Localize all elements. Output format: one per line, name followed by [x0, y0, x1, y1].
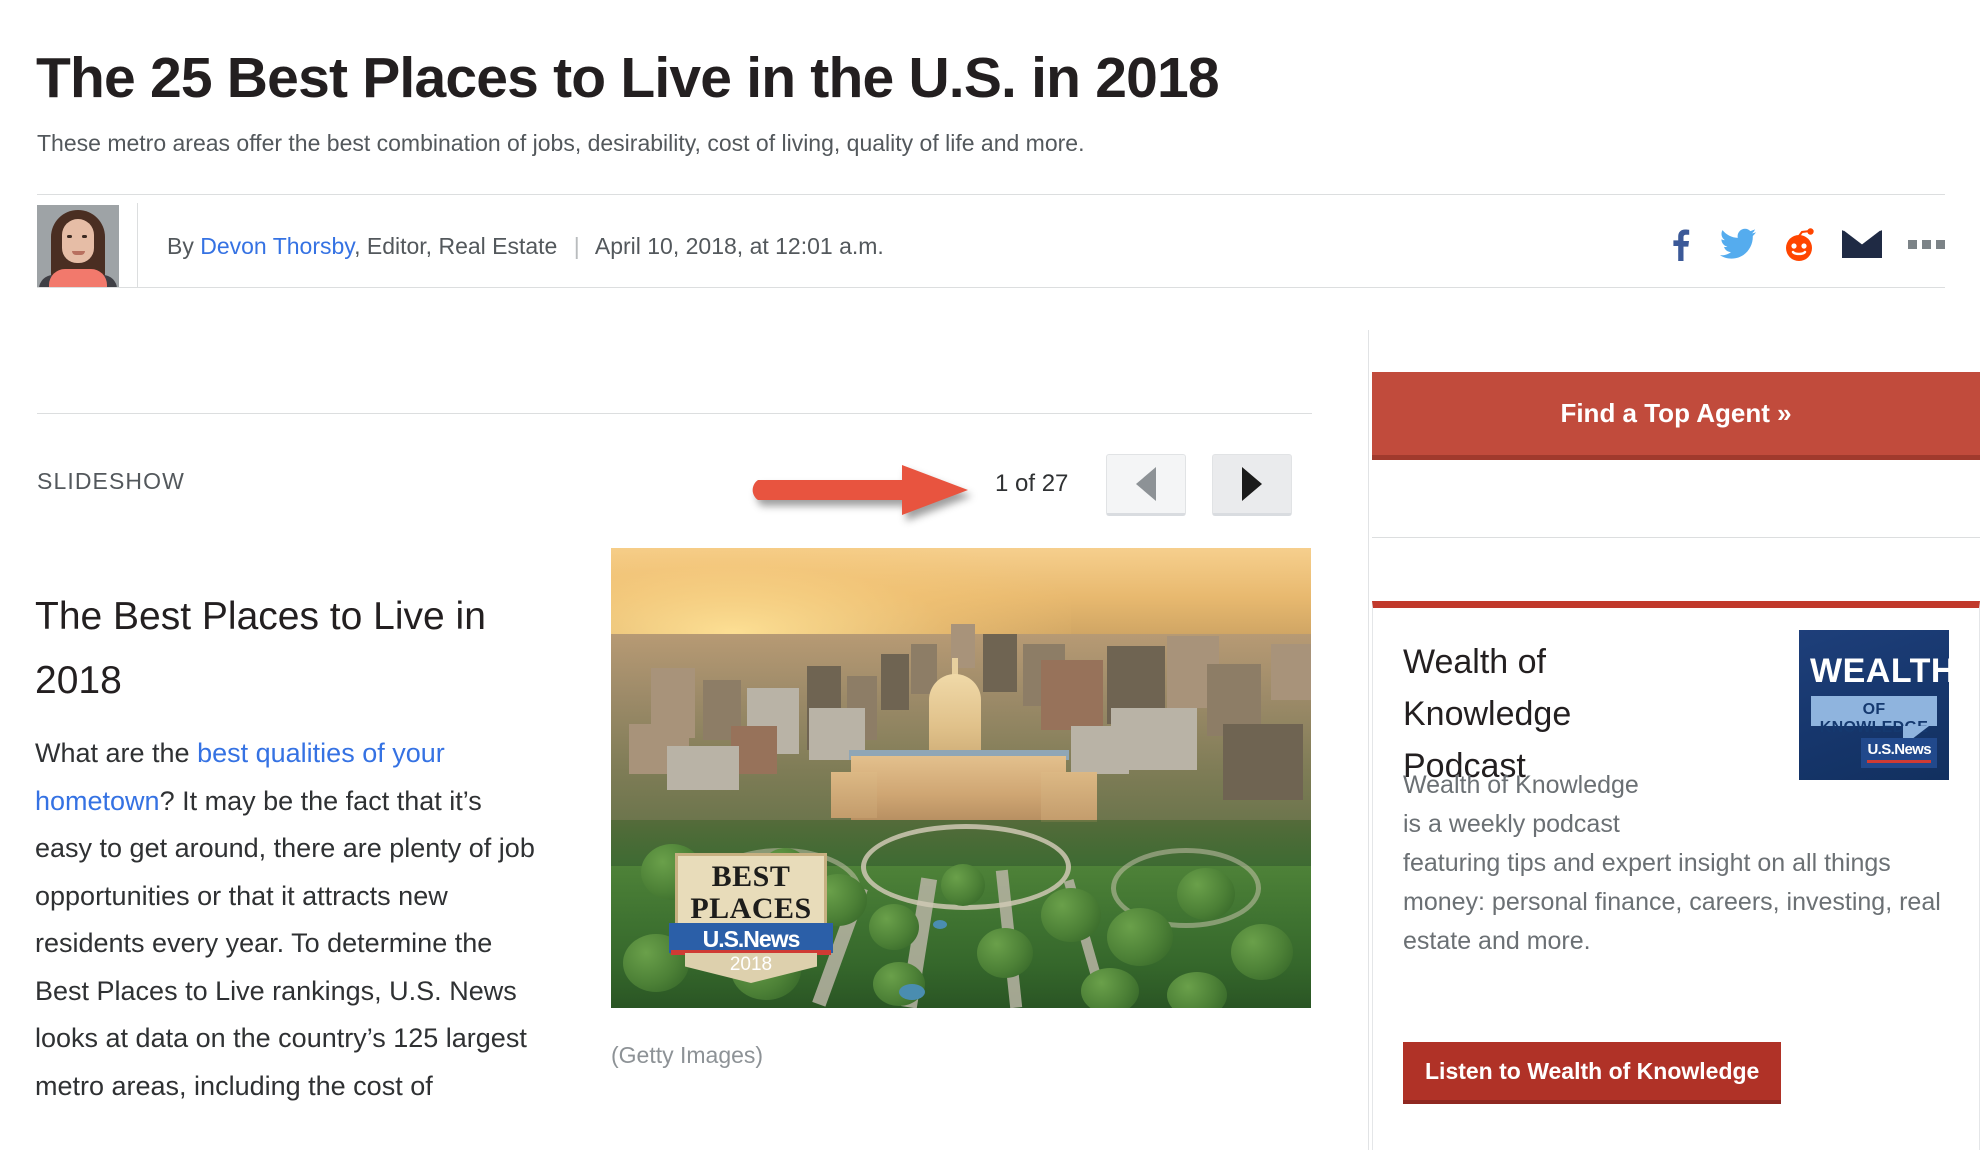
byline-text: By Devon Thorsby, Editor, Real Estate | … — [167, 231, 884, 261]
podcast-brand-text: U.S.News — [1867, 741, 1931, 758]
email-icon[interactable] — [1842, 230, 1882, 258]
slide-body: What are the best qualities of your home… — [35, 730, 545, 1110]
slide-body-part1: What are the — [35, 738, 198, 768]
listen-podcast-button[interactable]: Listen to Wealth of Knowledge — [1403, 1042, 1782, 1104]
red-arrow-annotation — [752, 462, 974, 518]
prev-slide-button[interactable] — [1106, 454, 1186, 516]
twitter-icon[interactable] — [1720, 228, 1756, 260]
chevron-right-icon — [1242, 467, 1262, 501]
reddit-icon[interactable] — [1782, 227, 1816, 261]
podcast-description: Wealth of Knowledge is a weekly podcast f… — [1403, 766, 1951, 961]
byline-row: By Devon Thorsby, Editor, Real Estate | … — [37, 203, 1945, 287]
podcast-desc-narrow: Wealth of Knowledge is a weekly podcast — [1403, 771, 1639, 838]
slide-body-part2: ? It may be the fact that it’s easy to g… — [35, 785, 535, 1101]
badge-line2: PLACES — [690, 892, 812, 925]
slide-image[interactable]: BEST PLACES U.S.News 2018 — [611, 548, 1311, 1008]
image-caption: (Getty Images) — [611, 1042, 764, 1068]
social-share-bar — [1664, 227, 1945, 261]
slide-title: The Best Places to Live in 2018 — [35, 595, 486, 703]
header-divider — [37, 194, 1945, 195]
badge-brand: U.S.News — [702, 926, 801, 952]
podcast-desc-wide: featuring tips and expert insight on all… — [1403, 849, 1941, 955]
author-role: , Editor, Real Estate — [354, 233, 558, 259]
facebook-icon[interactable] — [1664, 227, 1694, 261]
podcast-logo: WEALTH OF KNOWLEDGE U.S.News — [1799, 630, 1949, 780]
sidebar-divider — [1368, 330, 1369, 1150]
podcast-logo-word1: WEALTH — [1810, 652, 1949, 690]
slide-counter: 1 of 27 — [995, 470, 1069, 497]
chevron-left-icon — [1136, 467, 1156, 501]
find-agent-button[interactable]: Find a Top Agent » — [1372, 372, 1980, 460]
article-page: The 25 Best Places to Live in the U.S. i… — [0, 0, 1982, 1150]
best-places-badge: BEST PLACES U.S.News 2018 — [669, 853, 833, 983]
podcast-card: WEALTH OF KNOWLEDGE U.S.News Wealth of K… — [1372, 601, 1980, 1150]
byline-bottom-divider — [37, 287, 1945, 288]
publish-timestamp: April 10, 2018, at 12:01 a.m. — [594, 233, 884, 259]
author-link[interactable]: Devon Thorsby — [200, 233, 354, 259]
byline-separator: | — [573, 233, 580, 259]
sidebar-rule — [1372, 537, 1980, 538]
austin-capitol-photo: BEST PLACES U.S.News 2018 — [611, 548, 1311, 1008]
article-subtitle: These metro areas offer the best combina… — [37, 130, 1085, 156]
page-title: The 25 Best Places to Live in the U.S. i… — [36, 46, 1220, 111]
more-options-icon[interactable] — [1908, 239, 1945, 249]
byline-prefix: By — [167, 233, 194, 259]
podcast-logo-brand: U.S.News — [1861, 738, 1937, 768]
badge-line1: BEST — [711, 860, 791, 893]
next-slide-button[interactable] — [1212, 454, 1292, 516]
badge-year: 2018 — [729, 954, 773, 975]
byline-divider — [137, 203, 138, 287]
slideshow-label: SLIDESHOW — [37, 468, 185, 494]
avatar — [37, 205, 119, 287]
slideshow-divider — [37, 413, 1312, 414]
